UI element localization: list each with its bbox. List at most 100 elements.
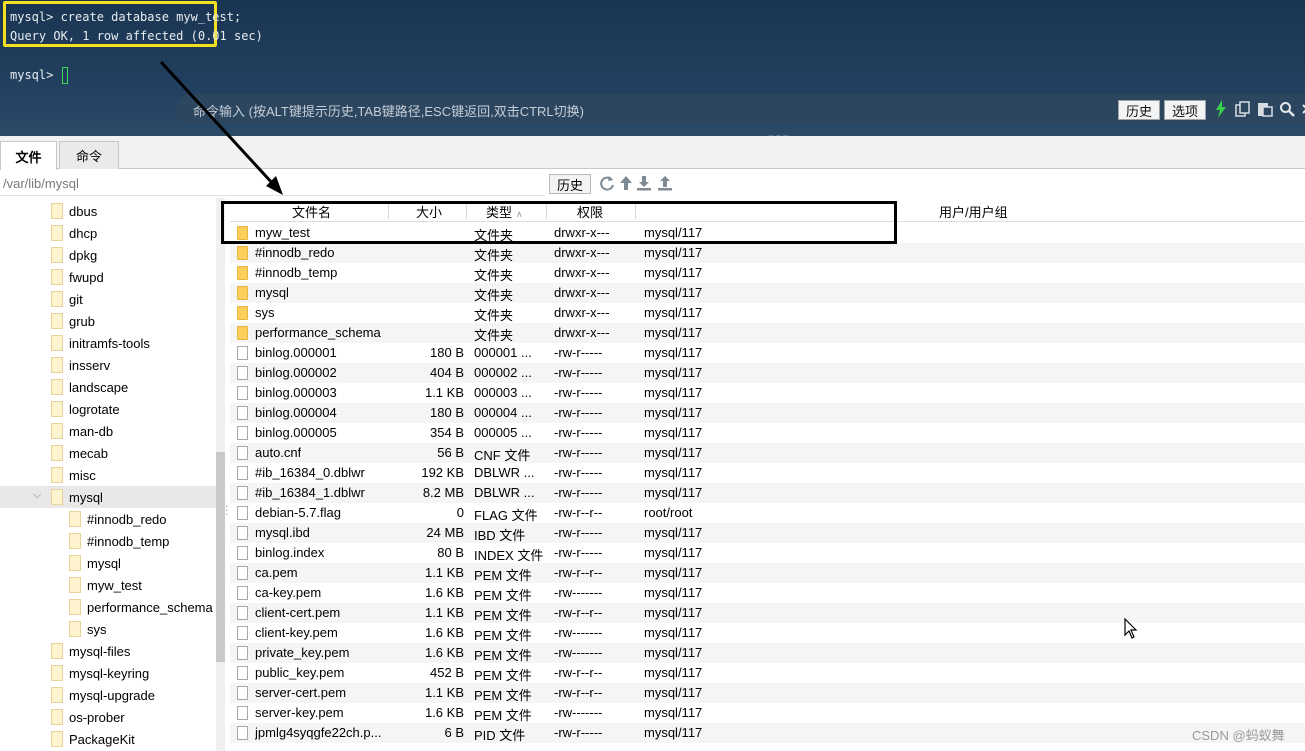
tree-item-label: insserv [69,357,111,373]
table-row[interactable]: binlog.000003 1.1 KB 000003 ... -rw-r----- m… [230,383,1305,403]
refresh-icon[interactable] [598,174,616,192]
file-table-body[interactable]: myw_test 文件夹 drwxr-x--- mysql/117 #innodb_re… [230,223,1305,751]
search-icon[interactable] [1278,100,1296,118]
file-name-cell: binlog.index [255,545,325,560]
file-perm-cell: drwxr-x--- [554,265,610,280]
tree-item[interactable]: mysql-upgrade [0,684,216,706]
table-row[interactable]: #ib_16384_0.dblwr 192 KB DBLWR ... -rw-r---… [230,463,1305,483]
table-row[interactable]: server-cert.pem 1.1 KB PEM 文件 -rw-r--r-- mys… [230,683,1305,703]
tree-item[interactable]: dbus [0,200,216,222]
tree-item[interactable]: mysql-files [0,640,216,662]
close-icon[interactable] [1298,100,1305,118]
table-row[interactable]: client-cert.pem 1.1 KB PEM 文件 -rw-r--r-- mys… [230,603,1305,623]
table-row[interactable]: client-key.pem 1.6 KB PEM 文件 -rw------- mysq… [230,623,1305,643]
tree-item[interactable]: #innodb_temp [0,530,216,552]
folder-icon [51,357,63,373]
table-row[interactable]: public_key.pem 452 B PEM 文件 -rw-r--r-- mysql… [230,663,1305,683]
tree-item[interactable]: grub [0,310,216,332]
tree-item[interactable]: #innodb_redo [0,508,216,530]
file-type-cell: DBLWR ... [474,485,535,500]
tree-splitter[interactable]: · · · [225,503,228,521]
upload-icon[interactable] [656,174,674,192]
tree-item[interactable]: fwupd [0,266,216,288]
table-row[interactable]: auto.cnf 56 B CNF 文件 -rw-r----- mysql/117 [230,443,1305,463]
tree-item[interactable]: performance_schema [0,596,216,618]
command-input-bar[interactable]: 命令输入 (按ALT键提示历史,TAB键路径,ESC键返回,双击CTRL切换) … [176,94,1305,124]
table-row[interactable]: jpmlg4syqgfe22ch.p... 6 B PID 文件 -rw-r-----… [230,723,1305,743]
path-input[interactable]: /var/lib/mysql [3,176,79,191]
table-row[interactable]: binlog.index 80 B INDEX 文件 -rw-r----- mysql/… [230,543,1305,563]
tab-command[interactable]: 命令 [59,141,119,169]
table-row[interactable]: ca.pem 1.1 KB PEM 文件 -rw-r--r-- mysql/117 [230,563,1305,583]
terminal-prompt-line[interactable]: mysql> [10,67,68,84]
path-history-button[interactable]: 历史 [549,174,591,194]
tree-item-label: mysql [69,489,103,505]
tree-item-label: mysql-upgrade [69,687,155,703]
table-row[interactable]: mysql.ibd 24 MB IBD 文件 -rw-r----- mysql/117 [230,523,1305,543]
lightning-icon[interactable] [1212,100,1230,118]
column-header-owner[interactable]: 用户/用户组 [939,202,1008,221]
tree-item[interactable]: mysql-keyring [0,662,216,684]
table-row[interactable]: #innodb_redo 文件夹 drwxr-x--- mysql/117 [230,243,1305,263]
directory-tree[interactable]: dbus dhcp dpkg fwupd git grub initramfs-tools i… [0,198,216,751]
file-type-cell: PEM 文件 [474,568,532,583]
terminal-prompt: mysql> [10,68,61,82]
file-perm-cell: drwxr-x--- [554,305,610,320]
tree-item[interactable]: PackageKit [0,728,216,750]
terminal-panel[interactable]: mysql> create database myw_test; Query O… [0,0,1305,136]
table-row[interactable]: performance_schema 文件夹 drwxr-x--- mysql/117 [230,323,1305,343]
table-row[interactable]: #ib_16384_1.dblwr 8.2 MB DBLWR ... -rw-r---… [230,483,1305,503]
tree-item[interactable]: landscape [0,376,216,398]
tree-item-label: performance_schema [87,599,213,615]
folder-icon [51,225,63,241]
tree-item[interactable]: insserv [0,354,216,376]
table-row[interactable]: ca-key.pem 1.6 KB PEM 文件 -rw------- mysql/11… [230,583,1305,603]
options-button[interactable]: 选项 [1164,100,1206,120]
tree-item[interactable]: mysql [0,552,216,574]
tree-item[interactable]: mecab [0,442,216,464]
copy-icon[interactable] [1234,100,1252,118]
tree-item[interactable]: os-prober [0,706,216,728]
table-row[interactable]: binlog.000005 354 B 000005 ... -rw-r----- my… [230,423,1305,443]
table-row[interactable]: sys 文件夹 drwxr-x--- mysql/117 [230,303,1305,323]
tree-item-label: initramfs-tools [69,335,150,351]
table-row[interactable]: debian-5.7.flag 0 FLAG 文件 -rw-r--r-- root/ro… [230,503,1305,523]
file-type-cell: PEM 文件 [474,688,532,703]
annotation-box [221,201,897,244]
folder-icon [237,306,248,320]
table-row[interactable]: mysql 文件夹 drwxr-x--- mysql/117 [230,283,1305,303]
table-row[interactable]: binlog.000004 180 B 000004 ... -rw-r----- my… [230,403,1305,423]
file-type-cell: INDEX 文件 [474,548,544,563]
tree-item[interactable]: initramfs-tools [0,332,216,354]
tree-item[interactable]: dpkg [0,244,216,266]
download-icon[interactable] [635,174,653,192]
table-row[interactable]: server-key.pem 1.6 KB PEM 文件 -rw------- mysq… [230,703,1305,723]
file-owner-cell: mysql/117 [644,445,703,460]
file-name-cell: jpmlg4syqgfe22ch.p... [255,725,382,740]
tree-scrollbar-thumb[interactable] [216,452,225,662]
tree-item-label: mecab [69,445,109,461]
tree-item[interactable]: dhcp [0,222,216,244]
tree-item[interactable]: ⌵ mysql [0,486,216,508]
tree-item[interactable]: misc [0,464,216,486]
tree-item[interactable]: git [0,288,216,310]
chevron-down-icon[interactable]: ⌵ [33,489,41,502]
table-row[interactable]: private_key.pem 1.6 KB PEM 文件 -rw------- mys… [230,643,1305,663]
table-row[interactable]: binlog.000001 180 B 000001 ... -rw-r----- my… [230,343,1305,363]
tree-item[interactable]: sys [0,618,216,640]
file-size-cell: 56 B [437,445,464,460]
tree-item-label: grub [69,313,96,329]
tab-file[interactable]: 文件 [0,141,57,170]
tree-item[interactable]: man-db [0,420,216,442]
file-owner-cell: mysql/117 [644,305,703,320]
table-row[interactable]: binlog.000002 404 B 000002 ... -rw-r----- my… [230,363,1305,383]
paste-icon[interactable] [1256,100,1274,118]
folder-icon [51,731,63,747]
tree-item[interactable]: myw_test [0,574,216,596]
tree-item[interactable]: logrotate [0,398,216,420]
table-row[interactable]: #innodb_temp 文件夹 drwxr-x--- mysql/117 [230,263,1305,283]
history-button[interactable]: 历史 [1118,100,1160,120]
up-dir-icon[interactable] [617,174,635,192]
folder-icon [69,599,81,615]
file-name-cell: private_key.pem [255,645,350,660]
